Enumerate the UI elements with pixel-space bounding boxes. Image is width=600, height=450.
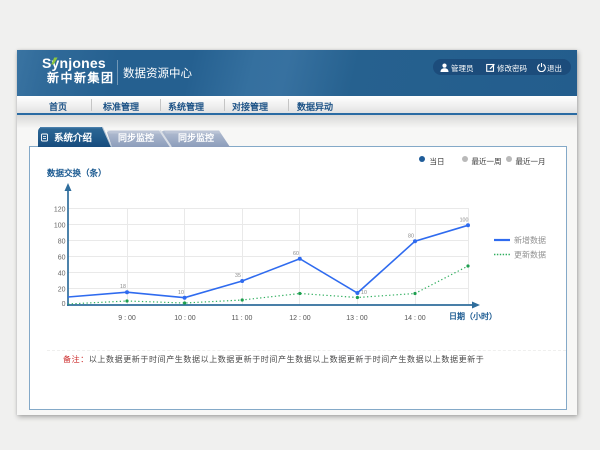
svg-text:更新数据: 更新数据: [514, 250, 546, 260]
svg-text:13 : 00: 13 : 00: [346, 315, 368, 322]
svg-text:数据交换（条）: 数据交换（条）: [47, 168, 107, 178]
svg-text:10: 10: [178, 290, 184, 296]
svg-text:日期（小时）: 日期（小时）: [449, 311, 497, 321]
svg-text:10: 10: [361, 290, 367, 296]
svg-text:100: 100: [460, 218, 469, 224]
svg-text:同步监控: 同步监控: [178, 132, 214, 143]
svg-text:60: 60: [293, 251, 299, 257]
svg-text:20: 20: [58, 287, 66, 294]
svg-text:同步监控: 同步监控: [118, 132, 154, 143]
svg-text:60: 60: [58, 255, 66, 262]
svg-text:系统介绍: 系统介绍: [54, 132, 92, 144]
svg-text:120: 120: [54, 207, 66, 214]
svg-text:0: 0: [62, 301, 66, 308]
svg-text:12 : 00: 12 : 00: [289, 315, 311, 322]
svg-text:80: 80: [58, 239, 66, 246]
svg-text:10 : 00: 10 : 00: [174, 315, 196, 322]
svg-text:11 : 00: 11 : 00: [232, 315, 253, 322]
svg-text:100: 100: [54, 223, 66, 230]
svg-text:9 : 00: 9 : 00: [118, 315, 136, 322]
svg-text:35: 35: [235, 273, 241, 279]
svg-text:14 : 00: 14 : 00: [404, 315, 426, 322]
svg-text:40: 40: [58, 271, 66, 278]
svg-text:18: 18: [120, 284, 126, 290]
svg-text:新增数据: 新增数据: [514, 235, 546, 245]
svg-text:80: 80: [408, 234, 414, 240]
